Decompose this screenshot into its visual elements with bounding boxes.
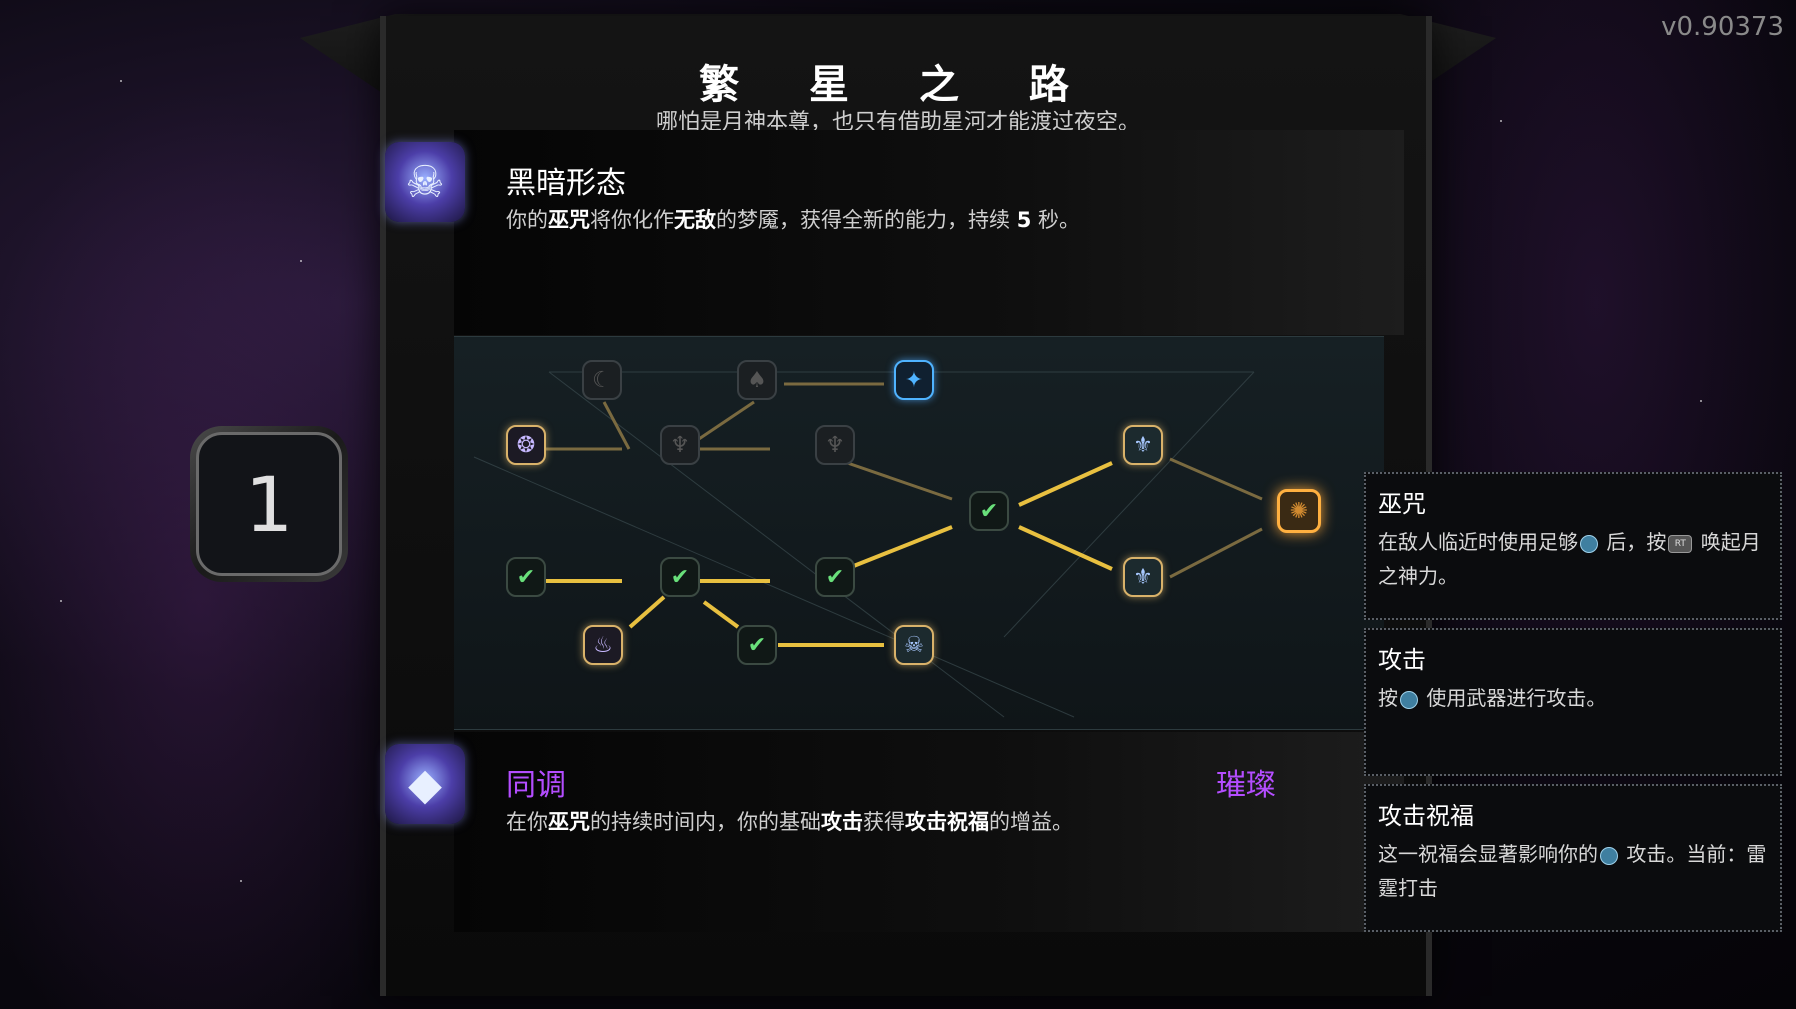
- star: [300, 260, 302, 262]
- rank-number: 1: [196, 432, 342, 576]
- attunement-icon: ◆: [385, 744, 465, 824]
- tooltip-body: 这一祝福会显著影响你的 攻击。当前：雷霆打击: [1378, 842, 1767, 900]
- skill-node-completed[interactable]: ✔: [737, 625, 777, 665]
- skill-node-locked[interactable]: ♠: [737, 360, 777, 400]
- ability-description: 你的巫咒将你化作无敌的梦魇，获得全新的能力，持续 5 秒。: [506, 208, 1080, 232]
- skill-node-completed[interactable]: ✔: [660, 557, 700, 597]
- tooltip-attack: 攻击 按 使用武器进行攻击。: [1364, 628, 1782, 776]
- tooltip-title: 巫咒: [1378, 490, 1426, 518]
- star: [1700, 400, 1702, 402]
- ability-name: 黑暗形态: [506, 166, 626, 201]
- ability-name: 同调: [506, 768, 566, 803]
- skill-node-current[interactable]: ☠: [894, 625, 934, 665]
- skill-node-completed[interactable]: ✔: [506, 557, 546, 597]
- star: [60, 600, 62, 602]
- version-label: v0.90373: [1661, 12, 1784, 42]
- tooltip-hex: 巫咒 在敌人临近时使用足够 后，按 RT 唤起月之神力。: [1364, 472, 1782, 620]
- page-title: 繁 星 之 路: [699, 62, 1097, 108]
- skill-node-completed[interactable]: ✔: [969, 491, 1009, 531]
- resource-icon: [1580, 534, 1598, 553]
- tooltip-body: 按 使用武器进行攻击。: [1378, 686, 1607, 710]
- dark-form-icon: ☠: [385, 142, 465, 222]
- tooltip-title: 攻击: [1378, 646, 1426, 674]
- x-button-icon: [1400, 690, 1418, 709]
- rarity-label: 璀璨: [1216, 768, 1276, 803]
- tooltip-body: 在敌人临近时使用足够 后，按 RT 唤起月之神力。: [1378, 530, 1761, 588]
- skill-node-final[interactable]: ✺: [1277, 489, 1321, 533]
- skill-node-unlocked[interactable]: ❂: [506, 425, 546, 465]
- star: [240, 880, 242, 882]
- skill-node-selected[interactable]: ✦: [894, 360, 934, 400]
- ability-description: 在你巫咒的持续时间内，你的基础攻击获得攻击祝福的增益。: [506, 810, 1073, 834]
- rank-badge: 1: [190, 426, 348, 582]
- tooltip-attack-blessing: 攻击祝福 这一祝福会显著影响你的 攻击。当前：雷霆打击: [1364, 784, 1782, 932]
- skill-node-locked[interactable]: ♆: [660, 425, 700, 465]
- x-button-icon: [1600, 846, 1618, 865]
- tooltip-title: 攻击祝福: [1378, 802, 1474, 830]
- skill-node-unlocked[interactable]: ⚜: [1123, 425, 1163, 465]
- skill-tree: ☾ ♠ ✦ ❂ ♆ ♆ ⚜ ✔ ✺ ✔ ✔ ✔ ⚜ ♨ ✔ ☠: [454, 336, 1384, 730]
- skill-node-unlocked[interactable]: ♨: [583, 625, 623, 665]
- skill-node-unlocked[interactable]: ⚜: [1123, 557, 1163, 597]
- skill-node-locked[interactable]: ♆: [815, 425, 855, 465]
- skill-node-completed[interactable]: ✔: [815, 557, 855, 597]
- rt-button-icon: RT: [1668, 534, 1693, 553]
- skill-node-locked[interactable]: ☾: [582, 360, 622, 400]
